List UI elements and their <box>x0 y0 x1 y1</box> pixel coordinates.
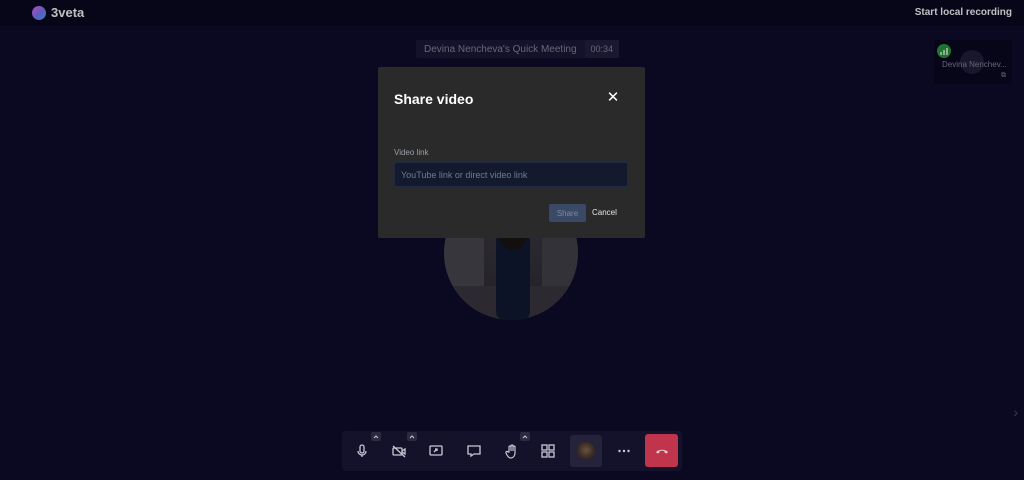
video-link-label: Video link <box>394 148 429 157</box>
chevron-up-icon[interactable] <box>407 432 417 441</box>
more-options-button[interactable] <box>608 435 640 467</box>
raise-hand-button[interactable] <box>496 432 530 467</box>
cancel-button[interactable]: Cancel <box>592 204 617 222</box>
chevron-up-icon[interactable] <box>371 432 381 441</box>
hangup-button[interactable] <box>645 434 678 467</box>
raise-hand-icon <box>505 444 516 459</box>
microphone-icon <box>357 444 367 457</box>
microphone-button[interactable] <box>346 432 381 467</box>
screen-share-button[interactable] <box>420 435 452 467</box>
hangup-icon <box>655 449 668 453</box>
avatar-icon <box>577 442 595 460</box>
tile-view-button[interactable] <box>532 435 564 467</box>
chat-icon <box>467 445 481 458</box>
tile-view-icon <box>541 444 555 458</box>
camera-off-icon <box>392 445 406 458</box>
camera-button[interactable] <box>383 432 417 467</box>
video-link-input[interactable] <box>394 162 628 187</box>
dialog-title: Share video <box>394 91 474 107</box>
meeting-toolbar <box>342 431 682 471</box>
chat-button[interactable] <box>458 435 490 467</box>
self-view-button[interactable] <box>570 435 602 467</box>
screen-share-icon <box>429 445 443 456</box>
share-button[interactable]: Share <box>549 204 586 222</box>
chevron-up-icon[interactable] <box>520 432 530 441</box>
more-icon <box>618 449 630 453</box>
share-video-dialog: Share video ✕ Video link Share Cancel <box>378 67 645 238</box>
close-icon[interactable]: ✕ <box>606 90 620 106</box>
